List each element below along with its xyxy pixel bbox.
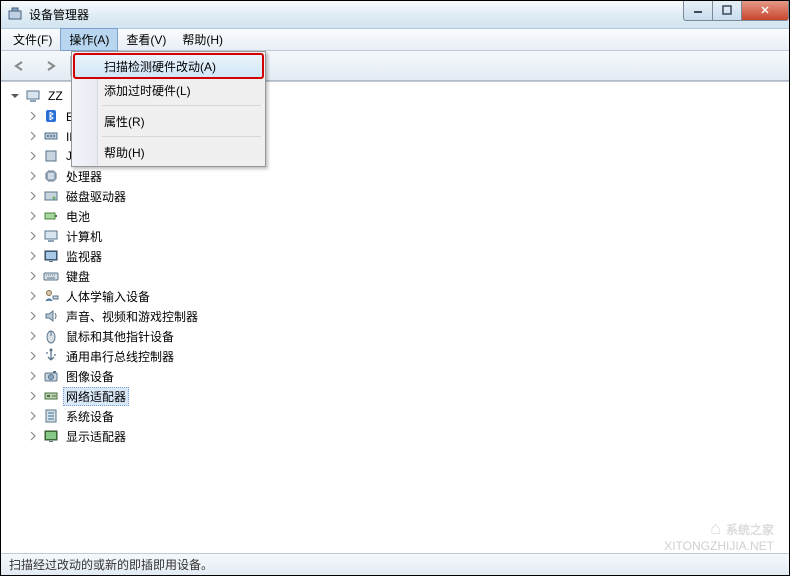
tree-node[interactable]: 处理器: [3, 166, 787, 186]
expand-icon[interactable]: [25, 308, 41, 324]
tree-node-label: 通用串行总线控制器: [63, 347, 177, 366]
system-icon: [43, 408, 59, 424]
back-button[interactable]: [7, 54, 35, 78]
keyboard-icon: [43, 268, 59, 284]
dropdown-scan-hardware[interactable]: 扫描检测硬件改动(A): [74, 54, 263, 78]
expand-icon[interactable]: [25, 108, 41, 124]
menu-help[interactable]: 帮助(H): [174, 29, 231, 50]
expand-icon[interactable]: [25, 428, 41, 444]
tree-node-label: 图像设备: [63, 367, 117, 386]
dropdown-properties[interactable]: 属性(R): [74, 109, 263, 133]
tree-node-label: 网络适配器: [63, 387, 129, 406]
tree-node-label: 显示适配器: [63, 427, 129, 446]
tree-node-label: 系统设备: [63, 407, 117, 426]
tree-node-label: 磁盘驱动器: [63, 187, 129, 206]
tree-node-label: 监视器: [63, 247, 105, 266]
expand-icon[interactable]: [25, 128, 41, 144]
tree-node[interactable]: 网络适配器: [3, 386, 787, 406]
tree-node-label: 电池: [63, 207, 93, 226]
expand-icon[interactable]: [25, 288, 41, 304]
camera-icon: [43, 368, 59, 384]
dropdown-add-legacy[interactable]: 添加过时硬件(L): [74, 78, 263, 102]
menu-file[interactable]: 文件(F): [5, 29, 60, 50]
sound-icon: [43, 308, 59, 324]
app-icon: [7, 7, 23, 23]
expand-icon[interactable]: [25, 368, 41, 384]
tree-node-label: 鼠标和其他指针设备: [63, 327, 177, 346]
tree-node[interactable]: 图像设备: [3, 366, 787, 386]
cpu-icon: [43, 168, 59, 184]
expand-icon[interactable]: [25, 248, 41, 264]
expand-icon[interactable]: [25, 208, 41, 224]
disk-icon: [43, 188, 59, 204]
expand-icon[interactable]: [25, 228, 41, 244]
watermark: ⌂ 系统之家 XITONGZHIJIA.NET: [664, 518, 774, 553]
action-dropdown: 扫描检测硬件改动(A) 添加过时硬件(L) 属性(R) 帮助(H): [71, 51, 266, 167]
tree-node-label: 声音、视频和游戏控制器: [63, 307, 201, 326]
device-manager-window: 设备管理器 文件(F) 操作(A) 查看(V) 帮助(H) 扫描检测硬件改动(A…: [0, 0, 790, 576]
expand-icon[interactable]: [25, 388, 41, 404]
dropdown-item-label: 帮助(H): [104, 144, 145, 161]
minimize-button[interactable]: [683, 1, 713, 21]
tree-node[interactable]: 电池: [3, 206, 787, 226]
expand-icon[interactable]: [25, 188, 41, 204]
ide-icon: [43, 128, 59, 144]
tree-node[interactable]: 监视器: [3, 246, 787, 266]
hid-icon: [43, 288, 59, 304]
watermark-logo: ⌂ 系统之家: [710, 518, 774, 539]
display-icon: [43, 428, 59, 444]
dropdown-separator: [102, 105, 261, 106]
expand-icon[interactable]: [25, 268, 41, 284]
tree-node[interactable]: 计算机: [3, 226, 787, 246]
close-button[interactable]: [741, 1, 789, 21]
menubar: 文件(F) 操作(A) 查看(V) 帮助(H): [1, 29, 789, 51]
computer-icon: [25, 88, 41, 104]
expand-icon[interactable]: [25, 348, 41, 364]
window-controls: [684, 1, 789, 21]
tree-node[interactable]: 声音、视频和游戏控制器: [3, 306, 787, 326]
watermark-url: XITONGZHIJIA.NET: [664, 539, 774, 553]
menu-action[interactable]: 操作(A): [60, 28, 118, 51]
tree-node-label: 计算机: [63, 227, 105, 246]
menu-view[interactable]: 查看(V): [118, 29, 174, 50]
tree-node[interactable]: 显示适配器: [3, 426, 787, 446]
mouse-icon: [43, 328, 59, 344]
tree-node-label: 键盘: [63, 267, 93, 286]
monitor-icon: [43, 248, 59, 264]
collapse-icon[interactable]: [7, 88, 23, 104]
tree-node-label: 人体学输入设备: [63, 287, 153, 306]
expand-icon[interactable]: [25, 148, 41, 164]
dropdown-item-label: 属性(R): [104, 113, 145, 130]
dropdown-item-label: 添加过时硬件(L): [104, 82, 191, 99]
network-icon: [43, 388, 59, 404]
tree-node[interactable]: 人体学输入设备: [3, 286, 787, 306]
tree-node[interactable]: 键盘: [3, 266, 787, 286]
status-text: 扫描经过改动的或新的即插即用设备。: [9, 556, 213, 573]
tree-node[interactable]: 磁盘驱动器: [3, 186, 787, 206]
jungo-icon: [43, 148, 59, 164]
expand-icon[interactable]: [25, 328, 41, 344]
forward-button[interactable]: [37, 54, 65, 78]
window-title: 设备管理器: [29, 6, 684, 23]
titlebar: 设备管理器: [1, 1, 789, 29]
battery-icon: [43, 208, 59, 224]
usb-icon: [43, 348, 59, 364]
maximize-button[interactable]: [712, 1, 742, 21]
dropdown-separator: [102, 136, 261, 137]
dropdown-item-label: 扫描检测硬件改动(A): [104, 58, 216, 75]
computer-icon: [43, 228, 59, 244]
tree-node-label: 处理器: [63, 167, 105, 186]
tree-node[interactable]: 系统设备: [3, 406, 787, 426]
bluetooth-icon: [43, 108, 59, 124]
statusbar: 扫描经过改动的或新的即插即用设备。: [1, 553, 789, 575]
tree-node[interactable]: 鼠标和其他指针设备: [3, 326, 787, 346]
expand-icon[interactable]: [25, 408, 41, 424]
dropdown-help[interactable]: 帮助(H): [74, 140, 263, 164]
tree-root-label: ZZ: [45, 88, 66, 104]
expand-icon[interactable]: [25, 168, 41, 184]
tree-node[interactable]: 通用串行总线控制器: [3, 346, 787, 366]
